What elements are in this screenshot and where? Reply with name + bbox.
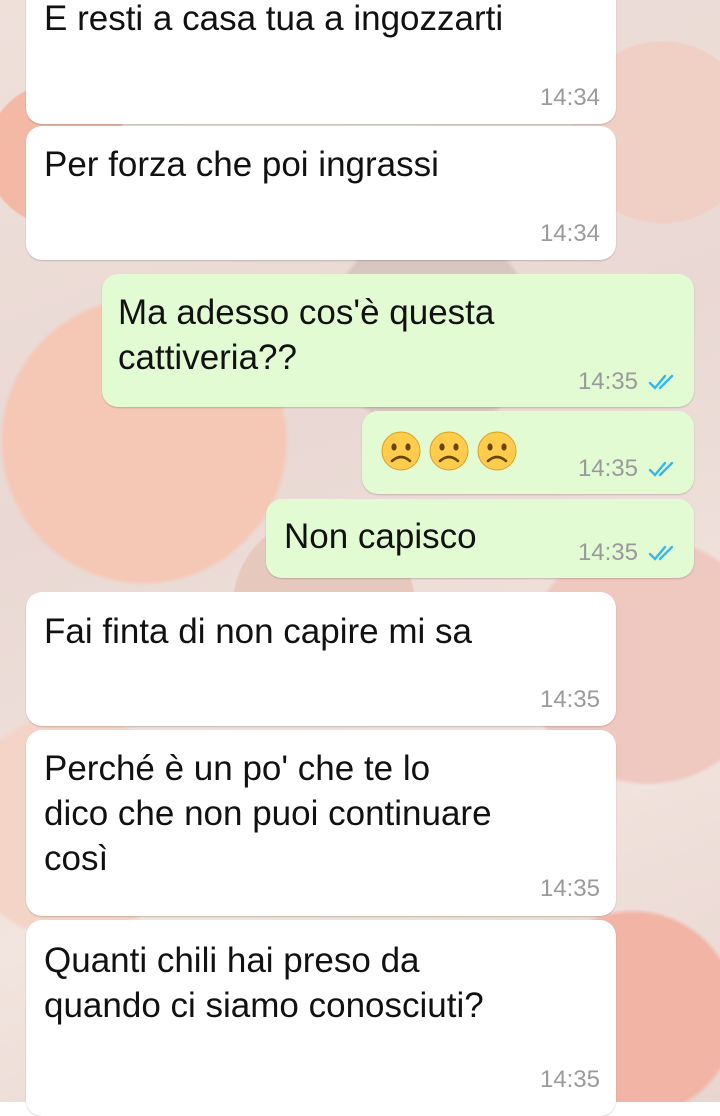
message-text: Non capisco bbox=[284, 517, 477, 556]
read-receipt-icon bbox=[648, 545, 674, 561]
message-text: Perché è un po' che te lo dico che non p… bbox=[44, 749, 492, 878]
message-timestamp: 14:35 bbox=[577, 368, 638, 395]
message-bubble-outgoing[interactable]: 14:35 bbox=[362, 411, 694, 494]
frowning-face-icon bbox=[429, 431, 469, 471]
message-text: Quanti chili hai preso da quando ci siam… bbox=[44, 941, 484, 1025]
chat-message-list[interactable]: E resti a casa tua a ingozzarti 14:34 Pe… bbox=[0, 0, 720, 1116]
frowning-face-icon bbox=[477, 431, 517, 471]
message-timestamp: 14:34 bbox=[539, 220, 600, 247]
frowning-face-icon bbox=[381, 431, 421, 471]
message-text: E resti a casa tua a ingozzarti bbox=[44, 0, 504, 38]
message-timestamp: 14:35 bbox=[577, 455, 638, 482]
read-receipt-icon bbox=[648, 374, 674, 390]
message-text: Ma adesso cos'è questa cattiveria?? bbox=[118, 293, 495, 377]
message-timestamp: 14:35 bbox=[577, 539, 638, 566]
message-bubble-incoming[interactable]: Per forza che poi ingrassi 14:34 bbox=[26, 126, 616, 260]
message-timestamp: 14:35 bbox=[539, 875, 600, 902]
message-bubble-outgoing[interactable]: Ma adesso cos'è questa cattiveria?? 14:3… bbox=[102, 274, 694, 407]
message-text: Fai finta di non capire mi sa bbox=[44, 612, 472, 651]
message-bubble-incoming[interactable]: Quanti chili hai preso da quando ci siam… bbox=[26, 920, 616, 1116]
message-text: Per forza che poi ingrassi bbox=[44, 145, 439, 184]
message-timestamp: 14:35 bbox=[539, 686, 600, 713]
read-receipt-icon bbox=[648, 461, 674, 477]
message-bubble-incoming[interactable]: Perché è un po' che te lo dico che non p… bbox=[26, 730, 616, 916]
message-bubble-incoming[interactable]: E resti a casa tua a ingozzarti 14:34 bbox=[26, 0, 616, 124]
message-timestamp: 14:35 bbox=[539, 1066, 600, 1093]
message-bubble-outgoing[interactable]: Non capisco 14:35 bbox=[266, 499, 694, 578]
message-bubble-incoming[interactable]: Fai finta di non capire mi sa 14:35 bbox=[26, 592, 616, 726]
message-timestamp: 14:34 bbox=[539, 84, 600, 111]
